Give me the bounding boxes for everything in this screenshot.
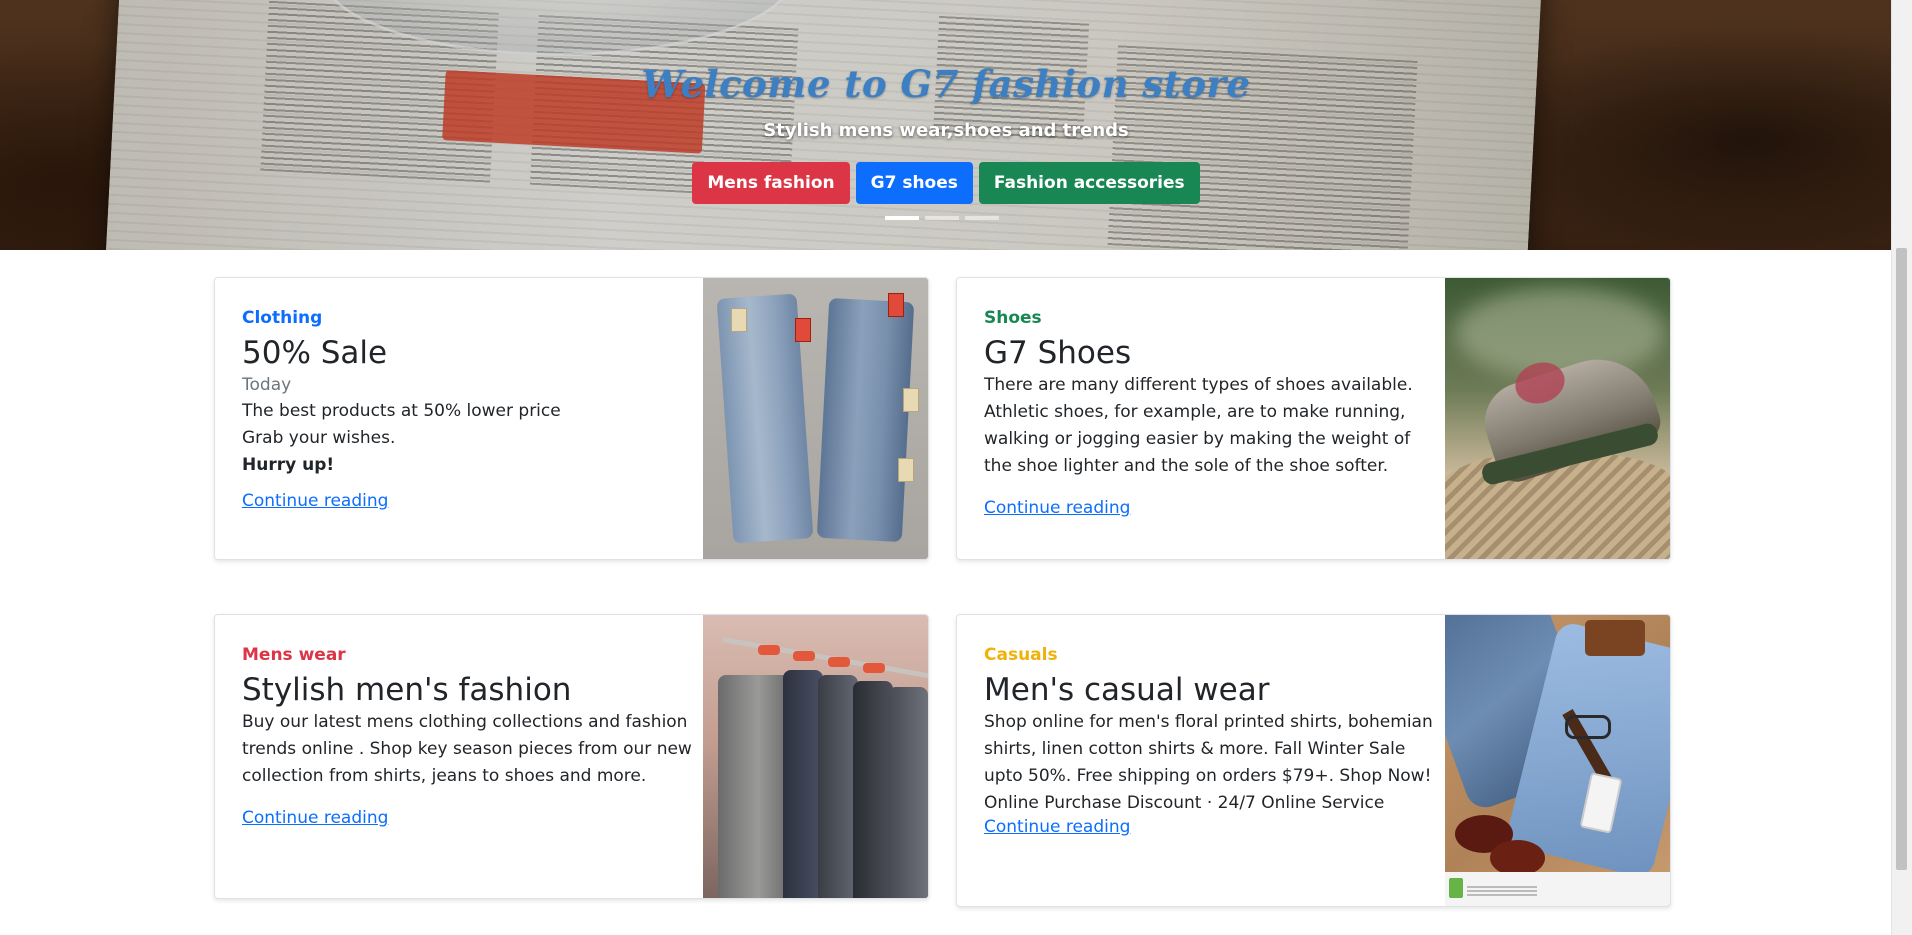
- card-text: Shop online for men's floral printed shi…: [984, 712, 1433, 786]
- continue-reading-link[interactable]: Continue reading: [242, 491, 388, 511]
- card-title: 50% Sale: [242, 335, 388, 371]
- hero-carousel: Welcome to G7 fashion store Stylish mens…: [0, 0, 1892, 250]
- card-clothing: Clothing 50% Sale Today The best product…: [214, 277, 929, 560]
- carousel-indicator-2[interactable]: [925, 216, 959, 220]
- card-date: Today: [242, 375, 292, 395]
- card-title: G7 Shoes: [984, 335, 1132, 371]
- card-title: Stylish men's fashion: [242, 672, 572, 708]
- card-mens-wear: Mens wear Stylish men's fashion Buy our …: [214, 614, 929, 899]
- casual-flatlay-photo: [1445, 615, 1670, 906]
- carousel-indicator-3[interactable]: [965, 216, 999, 220]
- card-category: Mens wear: [242, 645, 346, 665]
- carousel-indicators: [885, 216, 1005, 221]
- scrollbar-thumb[interactable]: [1896, 248, 1907, 870]
- card-text-line: Grab your wishes.: [242, 428, 396, 448]
- mens-fashion-button[interactable]: Mens fashion: [692, 162, 850, 204]
- continue-reading-link[interactable]: Continue reading: [984, 817, 1130, 837]
- continue-reading-link[interactable]: Continue reading: [984, 498, 1130, 518]
- card-emphasis: Hurry up!: [242, 455, 335, 475]
- card-title: Men's casual wear: [984, 672, 1270, 708]
- card-shoes: Shoes G7 Shoes There are many different …: [956, 277, 1671, 560]
- card-text-line: The best products at 50% lower price: [242, 401, 561, 421]
- carousel-indicator-1[interactable]: [885, 216, 919, 220]
- card-casuals: Casuals Men's casual wear Shop online fo…: [956, 614, 1671, 907]
- card-text: There are many different types of shoes …: [984, 375, 1413, 476]
- clothing-rack-photo: [703, 615, 928, 898]
- jeans-photo: [703, 278, 928, 559]
- continue-reading-link[interactable]: Continue reading: [242, 808, 388, 828]
- hero-button-group: Mens fashion G7 shoes Fashion accessories: [0, 162, 1892, 204]
- hero-subtitle: Stylish mens wear,shoes and trends: [763, 120, 1129, 141]
- card-category: Shoes: [984, 308, 1042, 328]
- fashion-accessories-button[interactable]: Fashion accessories: [978, 162, 1200, 204]
- hero-title: Welcome to G7 fashion store: [641, 62, 1251, 106]
- card-text: Buy our latest mens clothing collections…: [242, 712, 692, 786]
- card-category: Clothing: [242, 308, 323, 328]
- card-category: Casuals: [984, 645, 1058, 665]
- vertical-scrollbar[interactable]: [1891, 0, 1912, 935]
- g7-shoes-button[interactable]: G7 shoes: [855, 162, 973, 204]
- card-text-extra: Online Purchase Discount · 24/7 Online S…: [984, 793, 1385, 813]
- hiking-shoe-photo: [1445, 278, 1670, 559]
